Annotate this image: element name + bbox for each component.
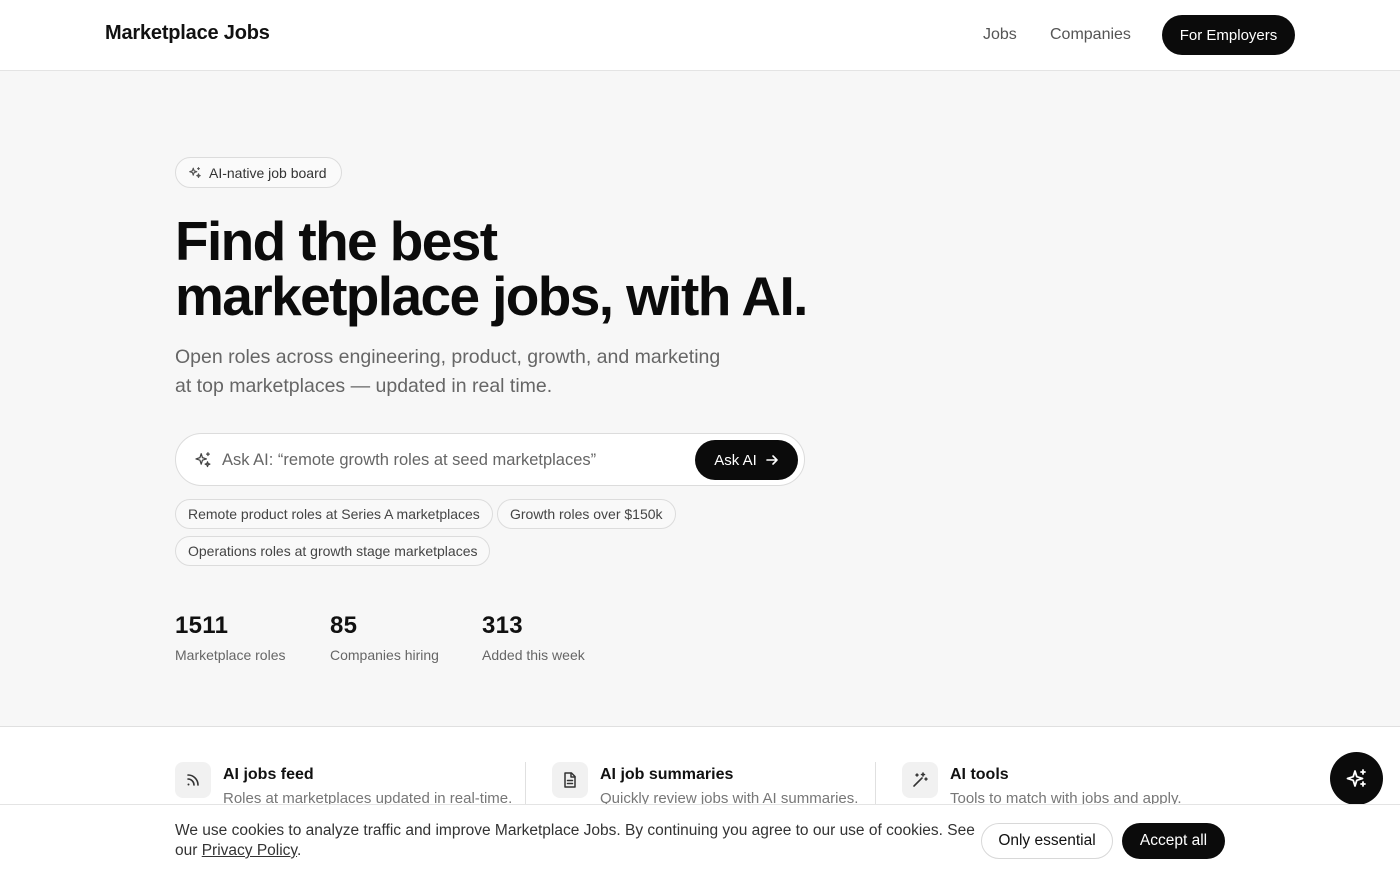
badge-label: AI-native job board [209, 164, 327, 181]
hero-title-line2: marketplace jobs, with AI. [175, 265, 808, 327]
site-header: Marketplace Jobs Jobs Companies For Empl… [0, 0, 1400, 71]
stat-companies-hiring: 85 Companies hiring [330, 612, 439, 663]
nav-companies-link[interactable]: Companies [1050, 26, 1131, 44]
cookie-text-end: . [297, 842, 302, 859]
feature-separator [525, 762, 526, 806]
feature-icon-box [175, 762, 211, 798]
stat-value: 313 [482, 612, 523, 639]
suggestion-chip[interactable]: Operations roles at growth stage marketp… [175, 536, 491, 566]
feature-title: AI job summaries [600, 766, 734, 783]
feature-icon-box [552, 762, 588, 798]
cookie-message: We use cookies to analyze traffic and im… [175, 821, 975, 861]
brand-logo[interactable]: Marketplace Jobs [105, 22, 270, 45]
ai-native-badge: AI-native job board [175, 157, 342, 188]
ai-assistant-fab[interactable] [1330, 752, 1383, 805]
magic-wand-icon [913, 772, 928, 787]
document-icon [564, 772, 576, 788]
hero-subtitle-line1: Open roles across engineering, product, … [175, 346, 721, 368]
for-employers-button[interactable]: For Employers [1162, 15, 1295, 55]
privacy-policy-link[interactable]: Privacy Policy [202, 842, 297, 859]
stat-label: Added this week [482, 647, 585, 663]
ai-search-box: Ask AI [175, 433, 805, 486]
sparkle-icon [195, 452, 211, 468]
feature-icon-box [902, 762, 938, 798]
suggestion-chip[interactable]: Growth roles over $150k [497, 499, 676, 529]
stat-label: Companies hiring [330, 647, 439, 663]
ai-search-input[interactable] [222, 446, 692, 474]
suggestion-chip[interactable]: Remote product roles at Series A marketp… [175, 499, 493, 529]
feature-title: AI jobs feed [223, 766, 314, 783]
only-essential-button[interactable]: Only essential [981, 823, 1113, 859]
ask-ai-button[interactable]: Ask AI [695, 440, 798, 480]
rss-icon [187, 774, 199, 786]
stat-label: Marketplace roles [175, 647, 286, 663]
sparkle-icon [189, 166, 201, 178]
sparkle-icon [1346, 768, 1366, 787]
arrow-right-icon [765, 455, 778, 465]
accept-all-button[interactable]: Accept all [1122, 823, 1225, 859]
nav-jobs-link[interactable]: Jobs [983, 26, 1017, 44]
feature-title: AI tools [950, 766, 1009, 783]
hero-title-line1: Find the best [175, 210, 498, 272]
hero-subtitle-line2: at top marketplaces — updated in real ti… [175, 375, 553, 397]
stat-value: 85 [330, 612, 358, 639]
hero-title: Find the best marketplace jobs, with AI. [175, 214, 875, 324]
stat-value: 1511 [175, 612, 229, 639]
feature-separator [875, 762, 876, 806]
ask-ai-label: Ask AI [714, 451, 757, 469]
stat-marketplace-roles: 1511 Marketplace roles [175, 612, 286, 663]
hero-subtitle: Open roles across engineering, product, … [175, 343, 775, 401]
stat-added-this-week: 313 Added this week [482, 612, 585, 663]
cookie-banner: We use cookies to analyze traffic and im… [0, 804, 1400, 875]
